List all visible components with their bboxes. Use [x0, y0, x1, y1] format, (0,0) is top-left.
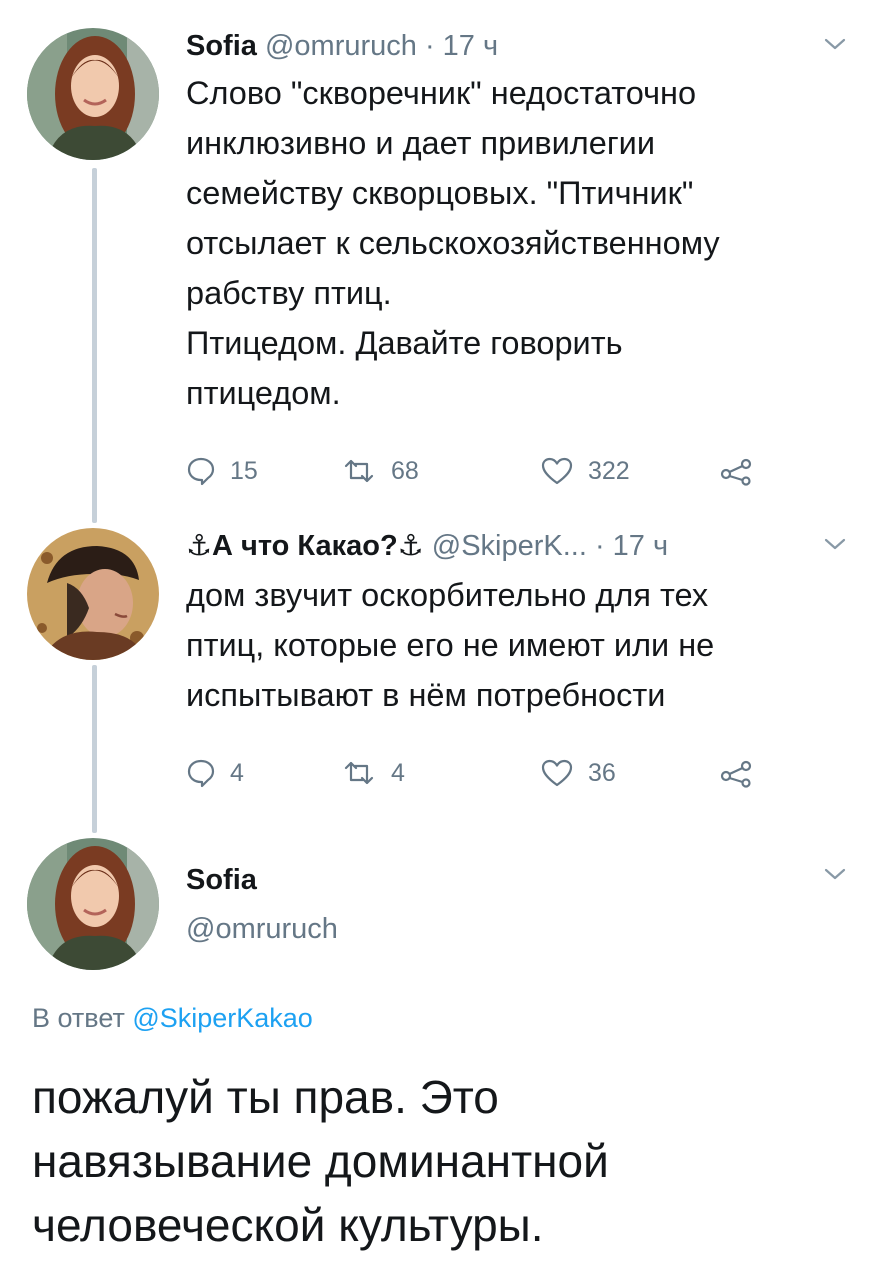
- chevron-down-icon[interactable]: [823, 36, 847, 57]
- share-icon: [719, 758, 753, 788]
- share-icon: [719, 456, 753, 486]
- tweet-text: пожалуй ты прав. Это навязывание доминан…: [32, 1071, 609, 1251]
- share-button[interactable]: [719, 456, 753, 486]
- tweet: Sofia @omruruch · 17 ч Слово "скворечник…: [186, 28, 833, 496]
- tweet-actions: 4 4 36: [186, 758, 833, 798]
- tweet-actions: 15 68 322: [186, 456, 833, 496]
- retweet-icon: [341, 456, 377, 486]
- reply-context: В ответ @SkiperKakao: [32, 1003, 313, 1034]
- like-button[interactable]: 36: [540, 758, 616, 788]
- tweet-time[interactable]: · 17 ч: [595, 530, 668, 562]
- tweet: ⚓А что Какао?⚓ @SkiperK... · 17 ч дом зв…: [186, 528, 833, 798]
- tweet-header: ⚓А что Какао?⚓ @SkiperK... · 17 ч: [186, 528, 833, 564]
- tweet-time[interactable]: · 17 ч: [425, 30, 498, 62]
- tweet-text: дом звучит оскорбительно для тех птиц, к…: [186, 577, 715, 713]
- avatar[interactable]: [27, 838, 159, 970]
- reply-count: 15: [230, 456, 258, 485]
- avatar[interactable]: [27, 28, 159, 160]
- author-name[interactable]: ⚓А что Какао?⚓: [186, 530, 424, 562]
- retweet-count: 4: [391, 758, 405, 787]
- thread-line-1: [92, 168, 97, 523]
- tweet-text: Слово "скворечник" недостаточно инклюзив…: [186, 75, 720, 411]
- author-handle[interactable]: @omruruch: [265, 30, 417, 62]
- reply-count: 4: [230, 758, 244, 787]
- author-handle[interactable]: @SkiperK...: [432, 530, 587, 562]
- reply-icon: [186, 758, 216, 788]
- chevron-down-icon[interactable]: [823, 866, 847, 887]
- retweet-count: 68: [391, 456, 419, 485]
- retweet-icon: [341, 758, 377, 788]
- thread-line-2: [92, 665, 97, 833]
- author-name[interactable]: Sofia: [186, 30, 257, 62]
- heart-icon: [540, 758, 574, 788]
- heart-icon: [540, 456, 574, 486]
- share-button[interactable]: [719, 758, 753, 788]
- tweet-author-block: Sofia @omruruch: [186, 864, 833, 946]
- chevron-down-icon[interactable]: [823, 536, 847, 557]
- like-count: 36: [588, 758, 616, 787]
- avatar[interactable]: [27, 528, 159, 660]
- reply-to-link[interactable]: @SkiperKakao: [132, 1003, 313, 1033]
- reply-prefix: В ответ: [32, 1003, 133, 1033]
- tweet-header: Sofia @omruruch · 17 ч: [186, 28, 833, 64]
- like-button[interactable]: 322: [540, 456, 630, 486]
- reply-icon: [186, 456, 216, 486]
- reply-button[interactable]: 4: [186, 758, 244, 788]
- reply-button[interactable]: 15: [186, 456, 258, 486]
- author-name[interactable]: Sofia: [186, 864, 833, 897]
- retweet-button[interactable]: 68: [341, 456, 419, 486]
- author-handle[interactable]: @omruruch: [186, 913, 833, 946]
- retweet-button[interactable]: 4: [341, 758, 405, 788]
- like-count: 322: [588, 456, 630, 485]
